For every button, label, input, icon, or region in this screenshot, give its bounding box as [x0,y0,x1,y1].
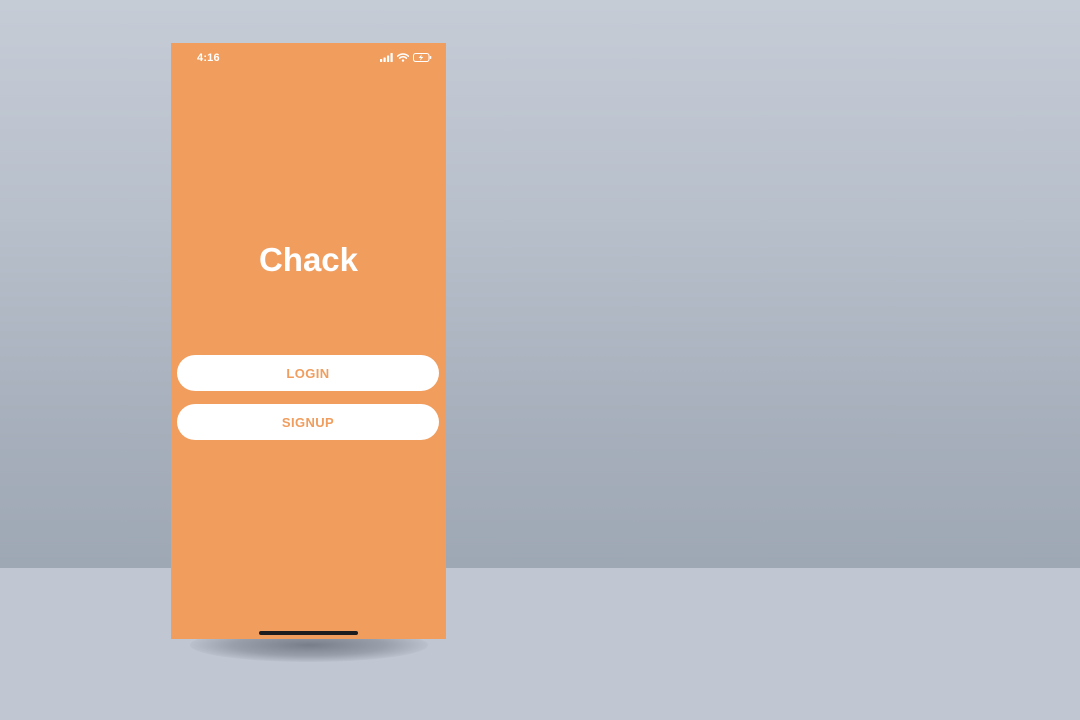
backdrop-floor [0,568,1080,720]
wifi-icon [396,49,410,67]
status-time: 4:16 [197,52,220,64]
signup-button[interactable]: SIGNUP [177,404,439,440]
battery-charging-icon [413,49,432,67]
backdrop-wall [0,0,1080,568]
status-bar: 4:16 [171,43,446,73]
app-title: Chack [258,241,359,278]
home-indicator[interactable] [259,631,358,635]
phone-screen: 4:16 Chack LOGIN SIGNUP [171,43,446,639]
status-icons [380,53,432,63]
login-button[interactable]: LOGIN [177,355,439,391]
cellular-signal-icon [380,49,393,67]
